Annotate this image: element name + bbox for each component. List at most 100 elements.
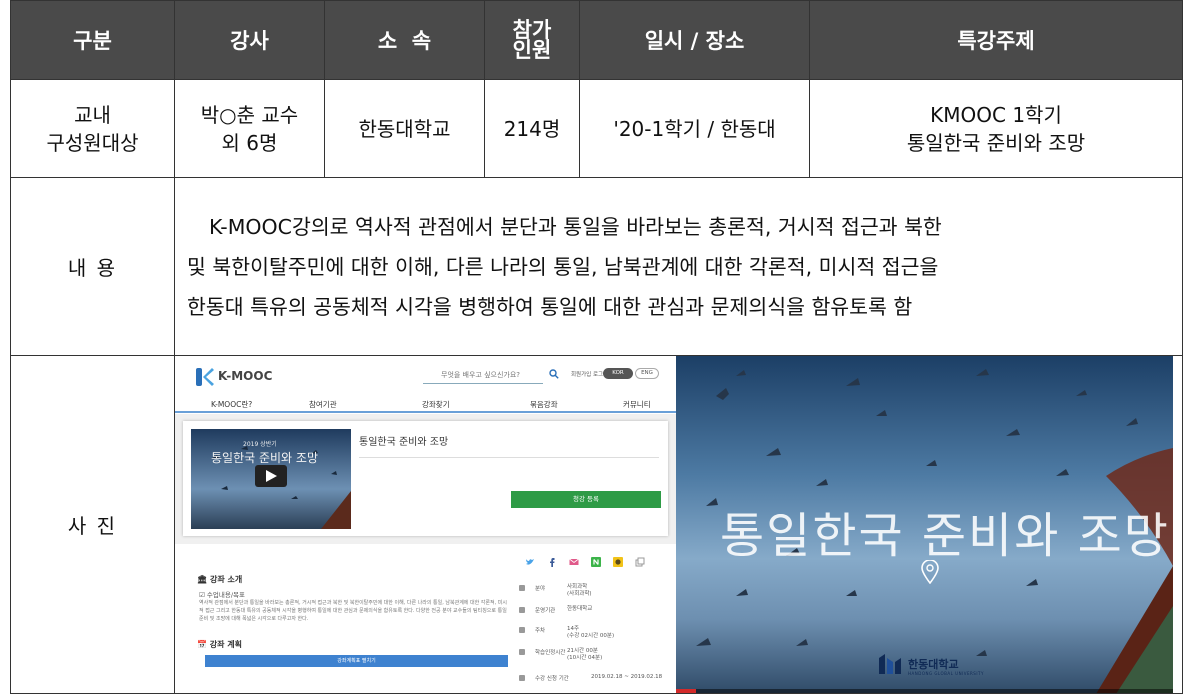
info-key: 주차 xyxy=(535,628,546,634)
thumb-caption-top: 2019 상반기 xyxy=(243,441,277,448)
topic-cell: KMOOC 1학기 통일한국 준비와 조망 xyxy=(809,79,1183,178)
content-line3: 한동대 특유의 공동체적 시각을 병행하여 통일에 대한 관심과 문제의식을 함… xyxy=(187,294,913,319)
subsection-goals: ☑ 수업내용/목표 xyxy=(199,589,245,599)
info-value: 사회과학 (사회과학) xyxy=(567,584,592,598)
info-value-2: (수강 02시간 00분) xyxy=(567,633,615,639)
facebook-icon[interactable] xyxy=(547,552,557,567)
kmooc-logo-text: K-MOOC xyxy=(218,369,273,383)
kmooc-nav-item[interactable]: 커뮤니티 xyxy=(623,399,651,410)
info-icon xyxy=(519,649,525,655)
topic-line2: 통일한국 준비와 조망 xyxy=(906,130,1086,155)
info-value-1: 한동대학교 xyxy=(567,606,593,612)
copy-icon[interactable] xyxy=(635,552,645,567)
photo-cell: K-MOOC 무엇을 배우고 싶으신가요? 회원가입 로그인 KOR ENG K… xyxy=(174,355,1183,694)
edit-icon: ☑ xyxy=(199,591,207,599)
kmooc-search-input[interactable]: 무엇을 배우고 싶으신가요? xyxy=(423,368,543,384)
handong-logo-icon xyxy=(879,654,901,674)
category-cell: 교내 구성원대상 xyxy=(10,79,175,178)
lecturer-line1: 박○춘 교수 xyxy=(200,102,299,127)
info-icon xyxy=(519,675,525,681)
info-key: 분야 xyxy=(535,586,546,592)
header-datetime-place: 일시 / 장소 xyxy=(579,0,810,80)
header-participants-line2: 인원 xyxy=(512,38,552,62)
header-topic: 특강주제 xyxy=(809,0,1183,80)
calendar-icon: 📅 xyxy=(197,640,210,649)
kmooc-nav-item[interactable]: 참여기관 xyxy=(309,399,337,410)
info-value-1: 사회과학 xyxy=(567,584,588,590)
info-key: 수강 신청 기간 xyxy=(535,676,569,682)
info-icon xyxy=(519,585,525,591)
info-value: 14주 (수강 02시간 00분) xyxy=(567,626,614,640)
header-category: 구분 xyxy=(10,0,175,80)
header-participants: 참가 인원 xyxy=(484,0,580,80)
category-line2: 구성원대상 xyxy=(46,130,139,155)
video-progress-fill xyxy=(676,689,696,693)
video-title: 통일한국 준비와 조망 xyxy=(720,508,1170,564)
lecturer-line2: 외 6명 xyxy=(221,130,278,155)
kmooc-course-card: 2019 상반기 통일한국 준비와 조망 통일한국 준비와 조망 청강 등록 xyxy=(183,421,668,536)
info-value: 2019.02.18 ~ 2019.02.18 xyxy=(591,674,662,681)
info-value-2: (사회과학) xyxy=(567,591,592,597)
section-course-plan: 📅 강좌 계획 xyxy=(197,639,242,650)
content-row: 내 용 K-MOOC강의로 역사적 관점에서 분단과 통일을 바라보는 총론적,… xyxy=(10,177,1183,356)
subsection-label: 수업내용/목표 xyxy=(206,591,245,599)
kmooc-screenshot: K-MOOC 무엇을 배우고 싶으신가요? 회원가입 로그인 KOR ENG K… xyxy=(175,356,677,693)
kmooc-header: K-MOOC 무엇을 배우고 싶으신가요? 회원가입 로그인 KOR ENG xyxy=(176,357,677,397)
info-value-2: (10시간 04분) xyxy=(567,655,603,661)
photo-label: 사 진 xyxy=(10,355,175,694)
naver-icon[interactable] xyxy=(591,552,601,567)
video-brand-sub: HANDONG GLOBAL UNIVERSITY xyxy=(908,671,984,676)
info-key: 운영기관 xyxy=(535,608,556,614)
header-participants-line1: 참가 xyxy=(512,18,552,42)
section-intro-label: 강좌 소개 xyxy=(209,575,243,584)
thumb-caption: 통일한국 준비와 조망 xyxy=(211,451,318,465)
register-button[interactable]: 청강 등록 xyxy=(511,491,661,508)
kmooc-nav-item[interactable]: 강좌찾기 xyxy=(422,399,450,410)
plan-expand-button[interactable]: 강좌계획표 펼치기 xyxy=(205,655,508,667)
header-row: 구분 강사 소 속 참가 인원 일시 / 장소 특강주제 xyxy=(10,0,1183,80)
kakao-icon[interactable] xyxy=(613,552,623,567)
twitter-icon[interactable] xyxy=(525,552,535,565)
header-lecturer: 강사 xyxy=(174,0,325,80)
content-line2: 및 북한이탈주민에 대한 이해, 다른 나라의 통일, 남북관계에 대한 각론적… xyxy=(187,254,939,279)
share-icons xyxy=(523,548,673,567)
info-value: 21시간 00분 (10시간 04분) xyxy=(567,648,602,662)
video-brand: 한동대학교 xyxy=(908,658,959,671)
info-value-1: 21시간 00분 xyxy=(567,648,598,654)
kmooc-nav-item[interactable]: 묶음강좌 xyxy=(530,399,558,410)
datetime-place-cell: '20-1학기 / 한동대 xyxy=(579,79,810,178)
location-pin-icon xyxy=(921,560,939,584)
content-text: K-MOOC강의로 역사적 관점에서 분단과 통일을 바라보는 총론적, 거시적… xyxy=(174,177,1183,356)
info-icon xyxy=(519,607,525,613)
course-title: 통일한국 준비와 조망 xyxy=(359,437,449,448)
lecturer-cell: 박○춘 교수 외 6명 xyxy=(174,79,325,178)
table-row: 교내 구성원대상 박○춘 교수 외 6명 한동대학교 214명 '20-1학기 … xyxy=(10,79,1183,178)
kmooc-course-hero: 2019 상반기 통일한국 준비와 조망 통일한국 준비와 조망 청강 등록 xyxy=(175,414,676,544)
affiliation-cell: 한동대학교 xyxy=(324,79,485,178)
divider xyxy=(359,457,659,458)
info-icon xyxy=(519,627,525,633)
info-value: 한동대학교 xyxy=(567,606,592,613)
kmooc-nav: K-MOOC란? 참여기관 강좌찾기 묶음강좌 커뮤니티 xyxy=(175,396,676,413)
lecture-video-frame[interactable]: 통일한국 준비와 조망 한동대학교 HANDONG GLOBAL UNIVERS… xyxy=(676,356,1173,693)
mail-icon[interactable] xyxy=(569,552,579,565)
section-course-intro: 🏛 강좌 소개 xyxy=(197,574,242,585)
institution-icon: 🏛 xyxy=(197,575,210,584)
content-line1: K-MOOC강의로 역사적 관점에서 분단과 통일을 바라보는 총론적, 거시적… xyxy=(209,214,942,239)
participants-cell: 214명 xyxy=(484,79,580,178)
photo-row: 사 진 K-MOOC 무엇을 배우고 싶으신가요? 회원가입 로그인 KOR E… xyxy=(10,355,1183,694)
info-key: 학습인정시간 xyxy=(535,650,566,656)
course-intro-text: 역사적 관점에서 분단과 통일을 바라보는 총론적, 거시적 접근과 북한 및 … xyxy=(199,600,507,622)
section-plan-label: 강좌 계획 xyxy=(209,640,242,649)
video-progress-bar[interactable] xyxy=(676,689,1173,693)
kmooc-nav-item[interactable]: K-MOOC란? xyxy=(211,399,252,410)
kmooc-lang-kor[interactable]: KOR xyxy=(603,368,633,379)
kmooc-lang-eng[interactable]: ENG xyxy=(635,368,659,379)
info-value-1: 14주 xyxy=(567,626,580,632)
category-line1: 교내 xyxy=(74,102,111,127)
program-table: 구분 강사 소 속 참가 인원 일시 / 장소 특강주제 교내 구성원대상 박○… xyxy=(10,0,1183,694)
content-label: 내 용 xyxy=(10,177,175,356)
info-value-1: 2019.02.18 ~ 2019.02.18 xyxy=(591,674,663,680)
topic-line1: KMOOC 1학기 xyxy=(930,102,1062,127)
search-icon[interactable] xyxy=(549,369,559,379)
